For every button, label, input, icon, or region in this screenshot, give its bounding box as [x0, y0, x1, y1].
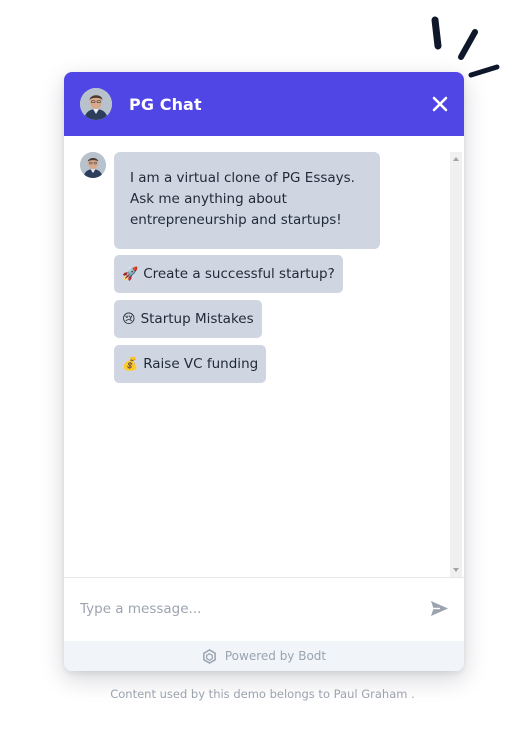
rocket-icon: 🚀: [122, 266, 139, 282]
suggestion-button-raise-vc[interactable]: 💰 Raise VC funding: [114, 345, 267, 383]
sad-face-icon: 😢: [122, 311, 136, 327]
composer: [64, 577, 464, 641]
scroll-down-arrow-icon[interactable]: [453, 568, 459, 572]
message-scrollbar[interactable]: [450, 152, 462, 577]
suggestion-label: Raise VC funding: [143, 356, 259, 372]
user-avatar-icon: [80, 152, 106, 178]
suggestion-button-create-startup[interactable]: 🚀 Create a successful startup?: [114, 255, 343, 293]
close-icon[interactable]: [430, 94, 450, 114]
bot-avatar: [80, 88, 112, 120]
message-list[interactable]: I am a virtual clone of PG Essays. Ask m…: [64, 136, 464, 577]
scroll-up-arrow-icon[interactable]: [453, 157, 459, 161]
suggestion-button-startup-mistakes[interactable]: 😢 Startup Mistakes: [114, 300, 262, 338]
content-attribution: Content used by this demo belongs to Pau…: [110, 687, 415, 701]
money-bag-icon: 💰: [122, 356, 139, 372]
message-input[interactable]: [80, 592, 410, 626]
bot-message-bubble: I am a virtual clone of PG Essays. Ask m…: [114, 152, 380, 249]
user-avatar-icon: [80, 88, 112, 120]
chat-title: PG Chat: [129, 94, 202, 114]
message-avatar: [80, 152, 106, 178]
chat-widget: PG Chat I am a virtual clone of PG Essay…: [64, 72, 464, 671]
page: PG Chat I am a virtual clone of PG Essay…: [0, 0, 525, 738]
hexagon-logo-icon: [202, 648, 216, 664]
send-icon[interactable]: [430, 600, 449, 617]
powered-by-link[interactable]: Powered by Bodt: [64, 641, 464, 671]
chat-header: PG Chat: [64, 72, 464, 136]
suggestion-label: Startup Mistakes: [140, 311, 254, 327]
suggestion-label: Create a successful startup?: [143, 266, 335, 282]
powered-by-label: Powered by Bodt: [224, 649, 327, 663]
